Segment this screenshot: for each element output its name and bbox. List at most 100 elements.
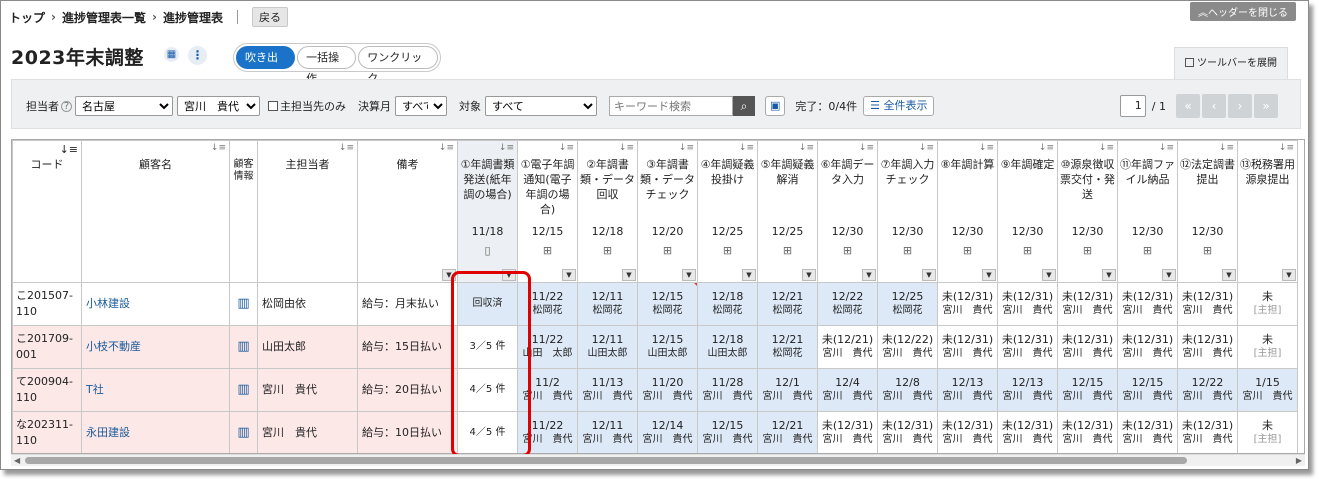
back-button[interactable]: 戻る [251,7,288,27]
sort-icon[interactable]: ↓≡ [979,143,994,153]
filter-icon[interactable]: ▼ [562,269,576,281]
task-cell[interactable]: 12/25 松岡花 [877,282,938,326]
task-cell[interactable]: 未(12/31) 宮川 貴代 [1177,325,1238,369]
sort-icon[interactable]: ↓≡ [739,143,754,153]
task-cell[interactable]: 12/11 松岡花 [577,282,638,326]
task-cell[interactable]: 12/14 宮川 貴代 [637,411,698,453]
page-input[interactable]: 1 [1119,95,1146,117]
col-task-6[interactable]: ⑤年調疑義解消 12/25 ⊞ ↓≡ ▼ [757,140,818,283]
sort-icon[interactable]: ↓≡ [859,143,874,153]
task-cell[interactable]: 12/11 山田太郎 [577,325,638,369]
col-name[interactable]: 顧客名 ↓≡ [81,140,230,283]
task-cell[interactable]: 未(12/31) 宮川 貴代 [997,325,1058,369]
task-cell[interactable]: 未(12/31) 宮川 貴代 [1117,282,1178,326]
sort-icon[interactable]: ↓≡ [1159,143,1174,153]
col-task-12[interactable]: ⑪年調ファイル納品 12/30 ⊞ ↓≡ ▼ [1117,140,1178,283]
task-cell[interactable]: 12/13 宮川 貴代 [997,368,1058,412]
task-cell[interactable]: 12/18 松岡花 [697,282,758,326]
mode-bulk[interactable]: 一括操作 [297,46,357,85]
task-cell[interactable]: 12/13 宮川 貴代 [937,368,998,412]
primary-only-checkbox[interactable] [268,101,278,111]
task-cell[interactable]: 未(12/31) 宮川 貴代 [937,325,998,369]
scroll-right-icon[interactable]: ▶ [1296,456,1302,465]
breadcrumb-home[interactable]: トップ [9,9,45,26]
customer-name-link[interactable]: 小枝不動産 [81,325,230,369]
task-cell[interactable]: 12/8 宮川 貴代 [877,368,938,412]
add-icon[interactable]: ⊞ [518,244,577,257]
task-cell[interactable]: 12/22 松岡花 [817,282,878,326]
add-icon[interactable]: ⊞ [1118,244,1177,257]
task-cell[interactable]: 11/13 宮川 貴代 [577,368,638,412]
sort-icon[interactable]: ↓≡ [1039,143,1054,153]
col-task-3[interactable]: ②年調書類・データ回収 12/18 ⊞ ↓≡ ▼ [577,140,638,283]
sort-icon[interactable]: ↓≡ [619,143,634,153]
col-task-11[interactable]: ⑩源泉徴収票交付・発送 12/30 ⊞ ↓≡ ▼ [1057,140,1118,283]
filter-icon[interactable]: ▼ [1042,269,1056,281]
show-all-button[interactable]: ☰ 全件表示 [863,96,935,116]
task-cell[interactable]: 1/15 宮川 貴代 [1237,368,1298,412]
task-cell[interactable]: 12/15 宮川 貴代 [697,411,758,453]
search-icon[interactable]: ⌕ [733,96,755,116]
col-task-1[interactable]: ①年調書類発送(紙年調の場合) 11/18 ▯ ↓≡ ▼ [457,140,518,283]
manager-person-select[interactable]: 宮川 貴代 [177,96,260,116]
task-cell[interactable]: 12/11 宮川 貴代 [577,411,638,453]
keyword-search-input[interactable] [609,96,733,116]
task-cell[interactable]: 12/15 宮川 貴代 [1057,368,1118,412]
task-cell[interactable]: 未(12/21) 宮川 貴代 [817,325,878,369]
mode-oneclick[interactable]: ワンクリック [358,46,438,85]
sort-icon[interactable]: ↓≡ [559,143,574,153]
task-cell[interactable]: 12/22 宮川 貴代 [1177,368,1238,412]
calculator-icon[interactable]: ▦ [164,47,179,62]
target-select[interactable]: すべて [485,96,597,116]
task-cell[interactable]: 未(12/31) 宮川 貴代 [997,411,1058,453]
col-manager[interactable]: 主担当者 ↓≡ [257,140,358,283]
filter-icon[interactable]: ▼ [922,269,936,281]
add-icon[interactable]: ⊞ [878,244,937,257]
next-page-icon[interactable]: › [1228,94,1252,118]
close-header-button[interactable]: ︽ヘッダーを閉じる [1190,2,1296,21]
horizontal-scrollbar[interactable]: ◀ ▶ [11,454,1305,466]
task-cell[interactable]: 12/4 宮川 貴代 [817,368,878,412]
help-icon[interactable]: ? [61,100,72,112]
task-cell[interactable]: 11/20 宮川 貴代 [637,368,698,412]
sort-icon[interactable]: ↓≡ [679,143,694,153]
sort-icon[interactable]: ↓≡ [799,143,814,153]
task-cell[interactable]: 12/18 山田太郎 [697,325,758,369]
add-icon[interactable]: ⊞ [818,244,877,257]
customer-name-link[interactable]: 永田建設 [81,411,230,453]
first-page-icon[interactable]: « [1176,94,1200,118]
task-cell[interactable]: 未(12/31) 宮川 貴代 [1057,282,1118,326]
sort-icon[interactable]: ↓≡ [1219,143,1234,153]
more-menu-icon[interactable]: ⋮ [188,46,207,65]
col-task-8[interactable]: ⑦年調入力チェック 12/30 ⊞ ↓≡ ▼ [877,140,938,283]
task-cell[interactable]: 未(12/31) 宮川 貴代 [1117,325,1178,369]
col-task-7[interactable]: ⑥年調データ入力 12/30 ⊞ ↓≡ ▼ [817,140,878,283]
filter-icon[interactable]: ▼ [1222,269,1236,281]
sort-icon[interactable]: ↓≡ [339,143,354,153]
customer-name-link[interactable]: 小林建設 [81,282,230,326]
filter-icon[interactable]: ▼ [982,269,996,281]
customer-name-link[interactable]: T社 [81,368,230,412]
col-task-9[interactable]: ⑧年調計算 12/30 ⊞ ↓≡ ▼ [937,140,998,283]
task-cell[interactable]: 未(12/31) 宮川 貴代 [1057,411,1118,453]
task-cell[interactable]: 未(12/31) 宮川 貴代 [1177,282,1238,326]
col-task-2[interactable]: ①電子年調通知(電子年調の場合) 12/15 ⊞ ↓≡ ▼ [517,140,578,283]
add-icon[interactable]: ⊞ [758,244,817,257]
task-cell[interactable]: 未(12/31) 宮川 貴代 [1057,325,1118,369]
filter-icon[interactable]: ▼ [802,269,816,281]
last-page-icon[interactable]: » [1254,94,1278,118]
filter-icon[interactable]: ▼ [742,269,756,281]
customer-info-icon[interactable]: ▥ [229,368,258,412]
sort-icon[interactable]: ↓≡ [60,143,78,156]
task-cell[interactable]: 12/21 宮川 貴代 [757,411,818,453]
add-icon[interactable]: ⊞ [938,244,997,257]
scrollbar-thumb[interactable] [25,457,1187,464]
scroll-left-icon[interactable]: ◀ [14,456,20,465]
task-cell[interactable]: 未(12/31) 宮川 貴代 [937,411,998,453]
add-icon[interactable]: ⊞ [698,244,757,257]
task-cell[interactable]: 未(12/31) 宮川 貴代 [997,282,1058,326]
col-task-10[interactable]: ⑨年調確定 12/30 ⊞ ↓≡ ▼ [997,140,1058,283]
breadcrumb-list[interactable]: 進捗管理表一覧 [62,9,146,26]
filter-icon[interactable]: ▼ [1102,269,1116,281]
sort-icon[interactable]: ↓≡ [211,143,226,153]
